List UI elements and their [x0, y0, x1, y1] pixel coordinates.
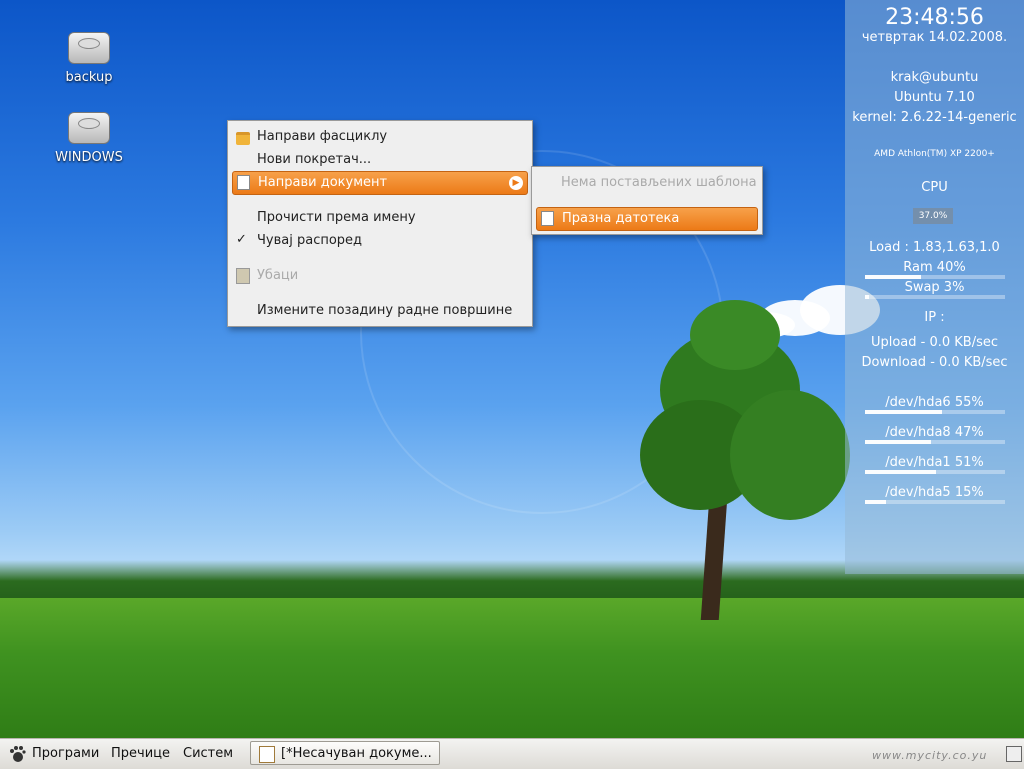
conky-ram: Ram 40% [903, 260, 966, 275]
taskbar-button-label: [*Несачуван докуме... [281, 746, 432, 761]
conky-swap-bar [865, 295, 1005, 299]
menu-item-clean-up-by-name[interactable]: Прочисти према имену [232, 207, 528, 229]
conky-cpu-value: 37.0% [913, 208, 953, 224]
gnome-foot-icon[interactable] [8, 745, 26, 763]
wallpaper-tree-crown [690, 300, 780, 370]
menu-item-label: Нема постављених шаблона [561, 175, 757, 190]
desktop-icon-label: backup [65, 70, 113, 85]
create-document-submenu: Нема постављених шаблона Празна датотека [531, 166, 763, 235]
paste-icon [236, 268, 250, 284]
bottom-panel: Програми Пречице Систем [*Несачуван доку… [0, 738, 1024, 769]
conky-system-monitor: 23:48:56 четвртак 14.02.2008. krak@ubunt… [845, 0, 1024, 574]
wallpaper-field [0, 598, 1024, 738]
document-icon [237, 175, 250, 190]
hard-drive-icon [68, 32, 110, 64]
menu-item-label: Чувај распоред [257, 233, 363, 248]
menu-item-label: Нови покретач... [257, 152, 372, 167]
panel-menu-applications[interactable]: Програми [32, 745, 99, 763]
desktop-icon-label: WINDOWS [55, 150, 123, 165]
submenu-arrow-icon: ▶ [509, 176, 523, 190]
menu-item-label: Убаци [257, 268, 299, 283]
conky-ram-bar [865, 275, 1005, 279]
conky-kernel: kernel: 2.6.22-14-generic [852, 110, 1017, 125]
document-icon [541, 211, 554, 226]
conky-os: Ubuntu 7.10 [894, 90, 975, 105]
conky-disk-hda6: /dev/hda6 55% [885, 395, 984, 410]
conky-disk-hda8: /dev/hda8 47% [885, 425, 984, 440]
desktop-icon-backup[interactable]: backup [49, 32, 129, 85]
panel-menu-places[interactable]: Пречице [111, 745, 170, 763]
conky-download: Download - 0.0 KB/sec [861, 355, 1008, 370]
desktop-icon-windows[interactable]: WINDOWS [49, 112, 129, 165]
check-icon: ✓ [236, 232, 247, 247]
conky-disk-bar [865, 500, 1005, 504]
menu-item-change-background[interactable]: Измените позадину радне површине [232, 300, 528, 322]
tray-icon[interactable] [1006, 746, 1022, 762]
conky-disk-bar [865, 440, 1005, 444]
taskbar-button-text-editor[interactable]: [*Несачуван докуме... [250, 741, 440, 765]
conky-disk-hda1: /dev/hda1 51% [885, 455, 984, 470]
conky-disk-bar [865, 470, 1005, 474]
menu-item-label: Измените позадину радне површине [257, 303, 513, 318]
menu-item-label: Направи документ [258, 175, 388, 190]
conky-ip: IP : [924, 310, 945, 325]
wallpaper-tree-crown [730, 390, 850, 520]
menu-item-create-folder[interactable]: Направи фасциклу [232, 126, 528, 148]
conky-load: Load : 1.83,1.63,1.0 [869, 240, 1000, 255]
conky-user: krak@ubuntu [890, 70, 979, 85]
conky-cpu-model: AMD Athlon(TM) XP 2200+ [874, 149, 995, 159]
menu-item-new-launcher[interactable]: Нови покретач... [232, 149, 528, 171]
conky-date: четвртак 14.02.2008. [861, 30, 1008, 45]
conky-swap: Swap 3% [904, 280, 965, 295]
menu-item-paste[interactable]: Убаци [232, 265, 528, 287]
submenu-item-empty-file[interactable]: Празна датотека [536, 207, 758, 231]
menu-item-create-document[interactable]: Направи документ ▶ [232, 171, 528, 195]
conky-cpu-label: CPU [921, 180, 948, 195]
menu-item-label: Направи фасциклу [257, 129, 388, 144]
menu-item-keep-aligned[interactable]: ✓ Чувај распоред [232, 230, 528, 252]
panel-menu-system[interactable]: Систем [183, 745, 233, 763]
text-editor-icon [259, 746, 275, 763]
menu-item-label: Прочисти према имену [257, 210, 416, 225]
desktop-context-menu: Направи фасциклу Нови покретач... Направ… [227, 120, 533, 327]
conky-disk-bar [865, 410, 1005, 414]
watermark: www.mycity.co.yu [872, 749, 988, 762]
conky-upload: Upload - 0.0 KB/sec [870, 335, 999, 350]
hard-drive-icon [68, 112, 110, 144]
conky-time: 23:48:56 [885, 5, 984, 30]
folder-icon [236, 132, 250, 145]
submenu-item-no-templates[interactable]: Нема постављених шаблона [536, 172, 758, 194]
conky-disk-hda5: /dev/hda5 15% [885, 485, 984, 500]
menu-item-label: Празна датотека [562, 211, 680, 226]
